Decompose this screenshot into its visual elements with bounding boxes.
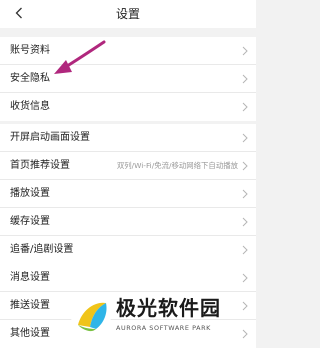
settings-item-label: 追番/追剧设置 <box>10 244 74 255</box>
settings-item-playback[interactable]: 播放设置 <box>0 180 256 208</box>
settings-item-messages[interactable]: 消息设置 <box>0 264 256 292</box>
chevron-right-icon <box>242 273 248 283</box>
chevron-right-icon <box>242 102 248 112</box>
chevron-right-icon <box>242 161 248 171</box>
chevron-right-icon <box>242 133 248 143</box>
settings-item-label: 其他设置 <box>10 328 50 339</box>
settings-item-label: 收货信息 <box>10 101 50 112</box>
settings-item-security-privacy[interactable]: 安全隐私 <box>0 65 256 93</box>
settings-item-home-recommend[interactable]: 首页推荐设置 双列/Wi-Fi/免流/移动网络下自动播放 <box>0 152 256 180</box>
settings-item-value: 双列/Wi-Fi/免流/移动网络下自动播放 <box>116 161 238 170</box>
settings-item-label: 推送设置 <box>10 300 50 311</box>
aurora-logo-icon <box>71 296 111 336</box>
settings-item-label: 缓存设置 <box>10 216 50 227</box>
nav-bar: 设置 <box>0 0 256 28</box>
settings-item-cache[interactable]: 缓存设置 <box>0 208 256 236</box>
page-title: 设置 <box>115 7 140 21</box>
chevron-right-icon <box>242 245 248 255</box>
settings-item-label: 开屏启动画面设置 <box>10 132 90 143</box>
settings-item-label: 播放设置 <box>10 188 50 199</box>
settings-item-label: 安全隐私 <box>10 73 50 84</box>
settings-item-label: 消息设置 <box>10 272 50 283</box>
chevron-right-icon <box>242 46 248 56</box>
chevron-right-icon <box>242 217 248 227</box>
settings-item-account-profile[interactable]: 账号资料 <box>0 37 256 65</box>
chevron-right-icon <box>242 189 248 199</box>
watermark-brand: 极光软件园 <box>116 296 221 320</box>
settings-item-label: 账号资料 <box>10 45 50 56</box>
settings-item-shipping-info[interactable]: 收货信息 <box>0 93 256 121</box>
settings-item-follow-series[interactable]: 追番/追剧设置 <box>0 236 256 264</box>
settings-item-label: 首页推荐设置 <box>10 160 70 171</box>
watermark: 极光软件园 AURORA SOFTWARE PARK <box>70 292 256 343</box>
watermark-tagline: AURORA SOFTWARE PARK <box>116 324 211 332</box>
chevron-right-icon <box>242 74 248 84</box>
settings-group-playback: 开屏启动画面设置 首页推荐设置 双列/Wi-Fi/免流/移动网络下自动播放 播放… <box>0 124 256 264</box>
settings-item-splash-screen[interactable]: 开屏启动画面设置 <box>0 124 256 152</box>
settings-group-account: 账号资料 安全隐私 收货信息 <box>0 37 256 121</box>
